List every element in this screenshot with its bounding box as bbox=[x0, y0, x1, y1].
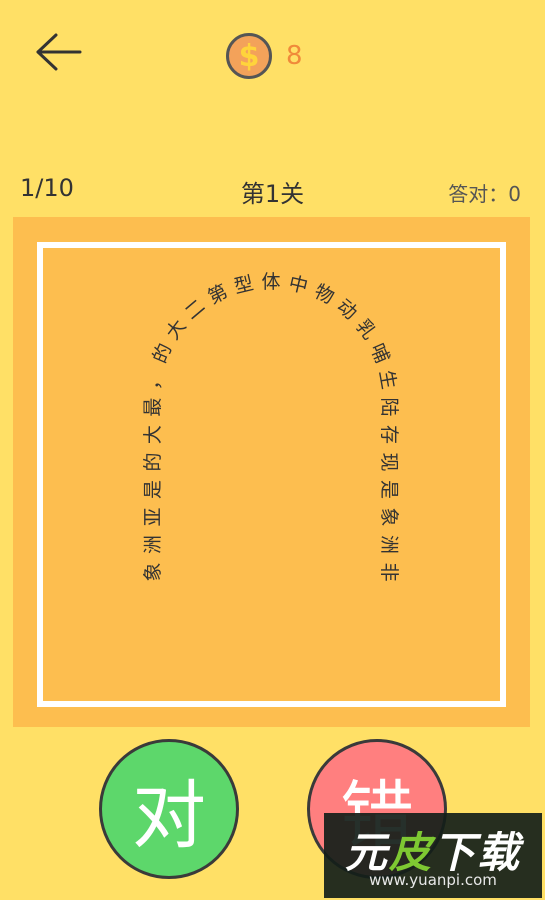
site-watermark: 元皮下载 www.yuanpi.com bbox=[324, 813, 542, 898]
arch-char: 现 bbox=[378, 453, 400, 472]
arch-char: 第 bbox=[205, 280, 232, 308]
arch-char: 大 bbox=[142, 425, 164, 444]
arch-char: 型 bbox=[232, 272, 256, 298]
arch-char: 的 bbox=[149, 340, 177, 366]
arch-char: 存 bbox=[378, 425, 400, 444]
arch-char: 陆 bbox=[378, 398, 400, 417]
arch-char: 二 bbox=[181, 295, 210, 324]
arch-char: 象 bbox=[142, 562, 164, 581]
arch-char: 物 bbox=[311, 280, 338, 308]
arch-char: 最 bbox=[142, 398, 164, 417]
arch-char: 是 bbox=[378, 480, 400, 499]
answer-right-label: 对 bbox=[132, 772, 206, 859]
arch-char: 非 bbox=[378, 562, 400, 581]
arch-char: 乳 bbox=[351, 315, 380, 343]
arch-char: 哺 bbox=[366, 340, 394, 366]
watermark-title-a: 元 bbox=[344, 828, 389, 877]
coin-balance: $ 8 bbox=[226, 33, 303, 79]
puzzle-board: 象洲亚是的大最，的大二第型体中物动乳哺生陆存现是象洲非 bbox=[13, 217, 530, 727]
answer-right-button[interactable]: 对 bbox=[99, 739, 239, 879]
arch-char: 是 bbox=[142, 480, 164, 499]
coin-symbol: $ bbox=[238, 38, 260, 74]
arch-char: 体 bbox=[261, 271, 280, 293]
arch-text: 象洲亚是的大最，的大二第型体中物动乳哺生陆存现是象洲非 bbox=[142, 271, 400, 582]
back-button[interactable] bbox=[30, 30, 86, 74]
coin-icon: $ bbox=[226, 33, 272, 79]
correct-count: 答对：0 bbox=[448, 182, 521, 206]
arch-char: 洲 bbox=[142, 535, 164, 554]
status-row: 1/10 第1关 答对：0 bbox=[0, 170, 545, 210]
arch-char: 生 bbox=[375, 368, 400, 391]
arrow-left-icon bbox=[36, 33, 82, 71]
arch-char: 中 bbox=[286, 272, 310, 298]
arch-char: ， bbox=[142, 368, 167, 391]
coin-count: 8 bbox=[286, 41, 303, 71]
watermark-title-c: 下载 bbox=[433, 828, 522, 877]
arch-char: 象 bbox=[378, 508, 400, 527]
arch-char: 亚 bbox=[142, 508, 164, 527]
arch-char: 的 bbox=[142, 453, 164, 472]
arch-char: 大 bbox=[162, 315, 191, 343]
watermark-url: www.yuanpi.com bbox=[369, 871, 497, 889]
arch-char: 洲 bbox=[378, 535, 400, 554]
watermark-title-b: 皮 bbox=[388, 828, 433, 877]
arch-char: 动 bbox=[333, 295, 362, 324]
